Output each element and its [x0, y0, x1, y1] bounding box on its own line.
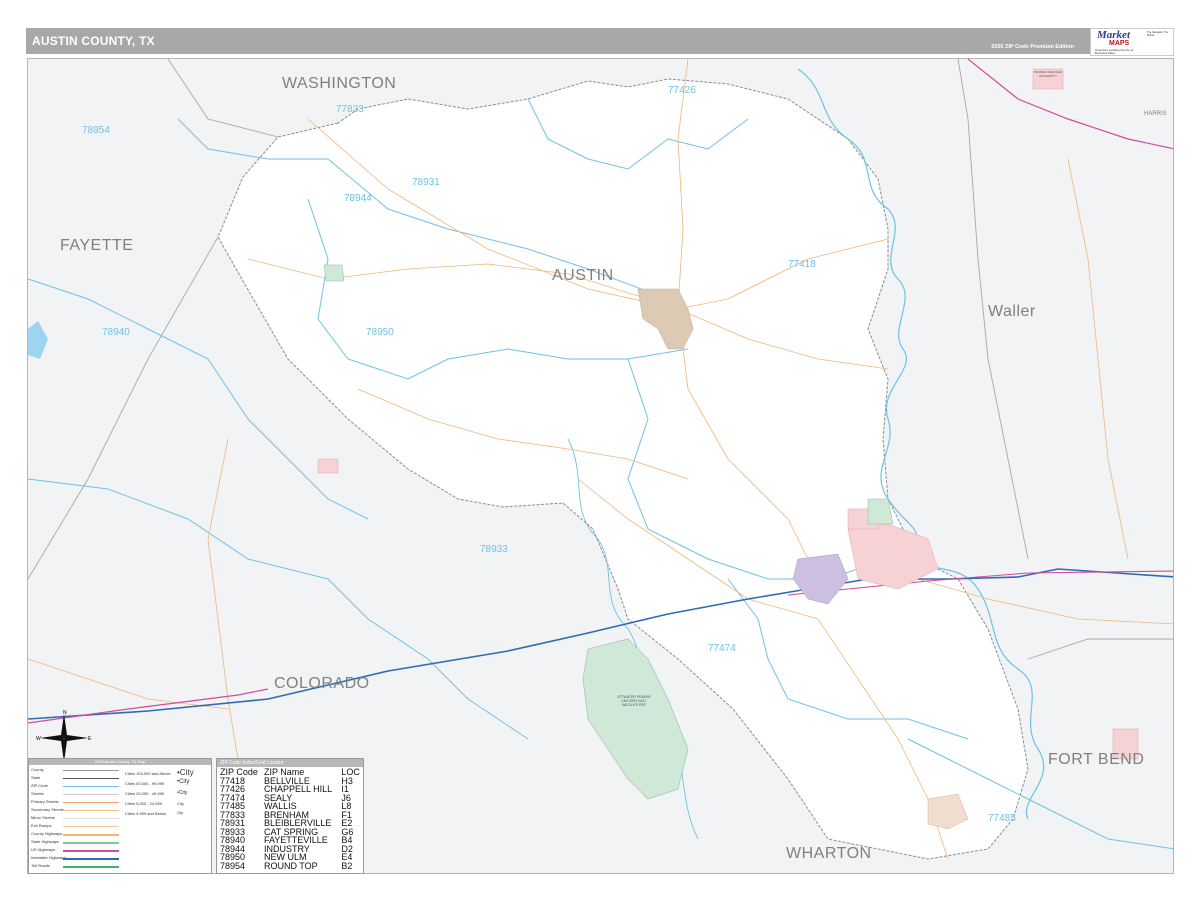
zip-label-77474: 77474 — [708, 643, 736, 654]
zip-label-78933: 78933 — [480, 544, 508, 555]
legend-primary: Primary Streets — [31, 799, 59, 804]
map-canvas[interactable]: WASHINGTON FAYETTE AUSTIN Waller COLORAD… — [27, 58, 1174, 874]
edition-label: 2026 ZIP Code Premium Edition — [991, 44, 1074, 50]
legend-line-secondary — [63, 810, 119, 811]
zip-label-78954: 78954 — [82, 125, 110, 136]
county-label-harris: HARRIS — [1144, 111, 1167, 117]
wildlife-refuge — [582, 638, 689, 800]
zip-index-grid: ZIP Code ZIP Name LOC 77418 BELLVILLE H3 7… — [218, 768, 362, 870]
compass-e: E — [88, 736, 92, 742]
header-bar: AUSTIN COUNTY, TX 2026 ZIP Code Premium … — [26, 28, 1174, 54]
legend-line-interstate — [63, 858, 119, 860]
zip-label-78940: 78940 — [102, 327, 130, 338]
industry-town — [323, 264, 345, 282]
logo-slogan: The Navigator, The Places — [1147, 31, 1169, 37]
legend-city-sample-5: City — [177, 811, 184, 815]
legend-zip: ZIP Code — [31, 783, 48, 788]
us-highway-290 — [967, 59, 1173, 150]
legend-city-sample-3: •City — [177, 790, 188, 796]
legend-state: State — [31, 775, 41, 780]
legend-pop-100k: Cities 100,000 and Above — [125, 771, 171, 776]
zip-name: ROUND TOP — [263, 860, 318, 871]
zip-label-77485: 77485 — [988, 813, 1016, 824]
zip-index-table: ZIP Code Index/Grid Locator ZIP Code ZIP… — [216, 758, 364, 874]
legend-line-streets — [63, 794, 119, 795]
legend-line-state — [63, 778, 119, 779]
compass-w: W — [36, 736, 41, 742]
prairie-view-label: PRAIRIE VIEW A&M UNIVERSITY — [1034, 70, 1062, 78]
zip-label-77426: 77426 — [668, 85, 696, 96]
legend-line-us-hwy — [63, 850, 119, 852]
zip-label-77418: 77418 — [788, 259, 816, 270]
legend-line-exit — [63, 826, 119, 827]
legend-toll: Toll Roads — [31, 863, 50, 868]
legend-line-minor — [63, 818, 119, 819]
legend-pop-4999: Cities 4,999 and Below — [125, 811, 166, 816]
legend-line-primary — [63, 802, 119, 803]
logo-tagline: America's Leading Source of Business Map… — [1095, 48, 1134, 55]
legend-city-sample-2: •City — [177, 779, 190, 785]
compass-n: N — [63, 710, 67, 716]
legend-city-sample-4: City — [177, 801, 184, 806]
legend-pop-5k: Cities 5,000 - 24,999 — [125, 801, 162, 806]
zip-loc: B2 — [341, 860, 353, 871]
refuge-label: ATTWATER PRAIRIE CHICKEN NATL WILDLIFE R… — [617, 695, 651, 707]
table-row: 78954 ROUND TOP B2 — [218, 860, 362, 871]
map-legend: 2026 Austin County, TX Map County State … — [28, 758, 212, 874]
legend-line-zip — [63, 786, 119, 787]
county-label-wharton: WHARTON — [786, 845, 872, 862]
legend-minor: Minor Streets — [31, 815, 55, 820]
zip-index-title: ZIP Code Index/Grid Locator — [217, 759, 363, 767]
county-label-washington: WASHINGTON — [282, 75, 397, 92]
legend-state-hwy: State Highways — [31, 839, 59, 844]
zip-label-78950: 78950 — [366, 327, 394, 338]
legend-line-county-hwy — [63, 834, 119, 836]
legend-exit: Exit Ramps — [31, 823, 52, 828]
zip-code: 78954 — [220, 860, 246, 871]
legend-streets: Streets — [31, 791, 44, 796]
legend-secondary: Secondary Streets — [31, 807, 64, 812]
zip-label-78931: 78931 — [412, 177, 440, 188]
legend-line-state-hwy — [63, 842, 119, 844]
county-label-colorado: COLORADO — [274, 675, 370, 692]
logo-brand-bottom: MAPS — [1109, 40, 1130, 47]
legend-county: County — [31, 767, 44, 772]
market-maps-logo: Market MAPS America's Leading Source of … — [1090, 28, 1174, 56]
legend-pop-50k: Cities 50,000 - 99,999 — [125, 781, 165, 786]
legend-line-toll — [63, 866, 119, 868]
legend-title: 2026 Austin County, TX Map — [29, 759, 211, 765]
map-drawing — [28, 59, 1173, 860]
legend-interstate: Interstate Highways — [31, 855, 67, 860]
county-label-waller: Waller — [988, 303, 1036, 320]
legend-line-county — [63, 770, 119, 771]
zip-label-77833: 77833 — [336, 104, 364, 115]
county-label-fort-bend: FORT BEND — [1048, 751, 1145, 768]
legend-county-hwy: County Highways — [31, 831, 63, 836]
legend-us-hwy: US Highways — [31, 847, 56, 852]
county-label-austin: AUSTIN — [552, 267, 614, 284]
county-label-fayette: FAYETTE — [60, 237, 134, 254]
legend-pop-25k: Cities 25,000 - 49,999 — [125, 791, 165, 796]
zip-label-78944: 78944 — [344, 193, 372, 204]
map-title: AUSTIN COUNTY, TX — [32, 34, 155, 48]
legend-city-sample-1: •City — [177, 768, 194, 777]
